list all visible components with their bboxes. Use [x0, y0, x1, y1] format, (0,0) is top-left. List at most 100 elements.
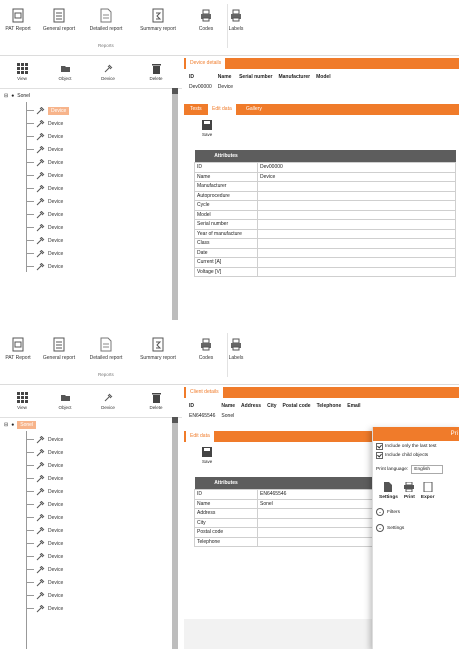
attribute-value[interactable]: [257, 228, 456, 239]
attribute-value[interactable]: [257, 181, 456, 192]
tree-item-device[interactable]: Device: [26, 208, 176, 221]
device-button[interactable]: Device: [88, 392, 128, 410]
attribute-value[interactable]: [257, 209, 456, 220]
attribute-row[interactable]: Postal code: [194, 527, 384, 538]
general-report-button[interactable]: General report: [37, 8, 81, 32]
option-last-test[interactable]: Include only the last test: [376, 443, 457, 450]
settings-button[interactable]: Settings: [379, 482, 398, 500]
attribute-value[interactable]: [257, 200, 456, 211]
delete-button[interactable]: Delete: [136, 63, 176, 81]
save-button[interactable]: Save: [202, 120, 212, 137]
tree-item-device[interactable]: Device: [26, 221, 176, 234]
scroll-up-arrow[interactable]: [172, 417, 178, 423]
attribute-row[interactable]: Cycle: [194, 200, 456, 211]
labels-button[interactable]: Labels: [214, 8, 258, 32]
detailed-report-button[interactable]: Detailed report: [84, 8, 128, 32]
attribute-value[interactable]: [257, 517, 384, 528]
tab-gallery[interactable]: Gallery: [242, 104, 266, 115]
attribute-value[interactable]: [257, 238, 456, 249]
attribute-row[interactable]: Date: [194, 247, 456, 258]
detailed-report-button[interactable]: Detailed report: [84, 337, 128, 361]
object-button[interactable]: Object: [45, 392, 85, 410]
tree-item-device[interactable]: Device: [26, 511, 176, 524]
summary-report-button[interactable]: Summary report: [136, 337, 180, 361]
tree-item-device[interactable]: Device: [26, 156, 176, 169]
tree-item-device[interactable]: Device: [26, 446, 176, 459]
labels-button[interactable]: Labels: [214, 337, 258, 361]
tree-root[interactable]: ⊟ ● Sonel: [4, 90, 30, 102]
tree-item-device[interactable]: Device: [26, 459, 176, 472]
attribute-row[interactable]: Class: [194, 238, 456, 249]
attribute-row[interactable]: Autoprocedure: [194, 190, 456, 201]
attribute-value[interactable]: [257, 266, 456, 277]
view-button[interactable]: View: [2, 392, 42, 410]
attribute-value[interactable]: Dev00000: [257, 162, 456, 173]
tree-item-device[interactable]: Device: [26, 498, 176, 511]
settings-expander[interactable]: ⌄ Settings: [376, 524, 457, 532]
tree-item-device[interactable]: Device: [26, 247, 176, 260]
tree-item-device[interactable]: Device: [26, 589, 176, 602]
tree-item-device[interactable]: Device: [26, 104, 176, 117]
tab-edit-data[interactable]: Edit data: [186, 431, 214, 442]
attribute-value[interactable]: [257, 257, 456, 268]
tree-item-device[interactable]: Device: [26, 143, 176, 156]
device-button[interactable]: Device: [88, 63, 128, 81]
checkbox-icon[interactable]: [376, 443, 383, 450]
language-select[interactable]: English: [411, 465, 444, 474]
tree-item-device[interactable]: Device: [26, 130, 176, 143]
export-button[interactable]: Expor: [421, 482, 434, 500]
attribute-row[interactable]: City: [194, 517, 384, 528]
table-row[interactable]: EN6465546 Sonel: [186, 411, 364, 421]
tree-item-device[interactable]: Device: [26, 234, 176, 247]
tree-item-device[interactable]: Device: [26, 602, 176, 615]
object-button[interactable]: Object: [45, 63, 85, 81]
scroll-thumb[interactable]: [172, 92, 178, 320]
attribute-value[interactable]: [257, 527, 384, 538]
attribute-row[interactable]: Telephone: [194, 536, 384, 547]
tree-item-device[interactable]: Device: [26, 563, 176, 576]
tree-scrollbar[interactable]: [172, 417, 178, 649]
collapse-icon[interactable]: ⊟: [4, 93, 8, 99]
attribute-row[interactable]: Year of manufacture: [194, 228, 456, 239]
summary-report-button[interactable]: Summary report: [136, 8, 180, 32]
tab-tests[interactable]: Tests: [186, 104, 206, 115]
attribute-row[interactable]: Model: [194, 209, 456, 220]
tree-item-device[interactable]: Device: [26, 182, 176, 195]
general-report-button[interactable]: General report: [37, 337, 81, 361]
tab-edit-data[interactable]: Edit data: [208, 104, 236, 115]
pat-report-button[interactable]: PAT Report: [0, 8, 40, 32]
tree-item-device[interactable]: Device: [26, 169, 176, 182]
collapse-icon[interactable]: ⊟: [4, 422, 8, 428]
attribute-value[interactable]: [257, 247, 456, 258]
attribute-value[interactable]: Sonel: [257, 498, 384, 509]
view-button[interactable]: View: [2, 63, 42, 81]
scroll-thumb[interactable]: [172, 421, 178, 649]
attribute-row[interactable]: Name Sonel: [194, 498, 384, 509]
attribute-row[interactable]: Name Device: [194, 171, 456, 182]
tree-item-device[interactable]: Device: [26, 195, 176, 208]
filters-expander[interactable]: ⌄ Filters: [376, 508, 457, 516]
save-button[interactable]: Save: [202, 447, 212, 464]
tree-item-device[interactable]: Device: [26, 485, 176, 498]
attribute-row[interactable]: Manufacturer: [194, 181, 456, 192]
tree-scrollbar[interactable]: [172, 88, 178, 320]
attribute-row[interactable]: Current [A]: [194, 257, 456, 268]
attribute-value[interactable]: Device: [257, 171, 456, 182]
tree-item-device[interactable]: Device: [26, 550, 176, 563]
tree-root[interactable]: ⊟ ● Sonel: [4, 419, 37, 431]
option-child-objects[interactable]: Include child objects: [376, 452, 457, 459]
attribute-value[interactable]: EN6465546: [257, 489, 384, 500]
tree-item-device[interactable]: Device: [26, 524, 176, 537]
attribute-row[interactable]: ID Dev00000: [194, 162, 456, 173]
checkbox-icon[interactable]: [376, 452, 383, 459]
tree-item-device[interactable]: Device: [26, 576, 176, 589]
attribute-value[interactable]: [257, 536, 384, 547]
attribute-row[interactable]: Voltage [V]: [194, 266, 456, 277]
tree-item-device[interactable]: Device: [26, 537, 176, 550]
attribute-row[interactable]: ID EN6465546: [194, 489, 384, 500]
attribute-value[interactable]: [257, 508, 384, 519]
attribute-row[interactable]: Serial number: [194, 219, 456, 230]
tree-item-device[interactable]: Device: [26, 117, 176, 130]
tree-item-device[interactable]: Device: [26, 260, 176, 273]
table-row[interactable]: Dev00000 Device: [186, 82, 334, 92]
